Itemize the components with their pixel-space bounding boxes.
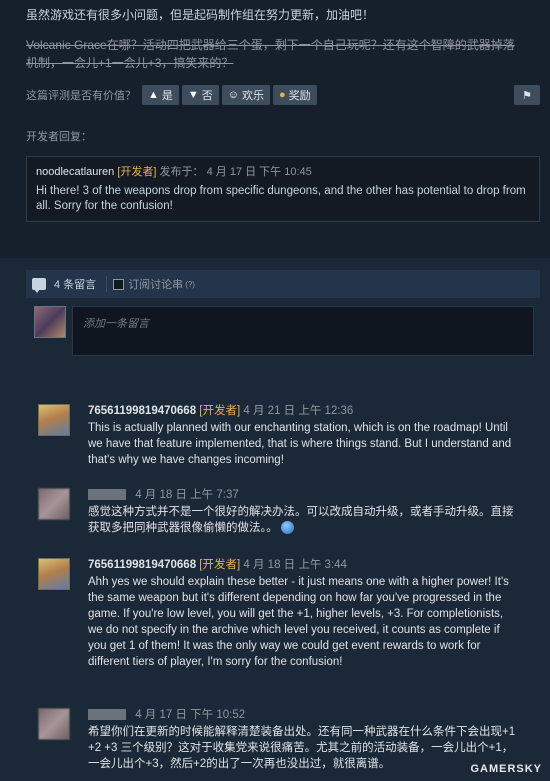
developer-response-box: noodlecatlauren [开发者] 发布于： 4 月 17 日 下午 1… [26,156,540,222]
review-section: 虽然游戏还有很多小问题，但是起码制作组在努力更新，加油吧！ Volcanic G… [0,0,550,116]
comment-author[interactable]: 76561199819470668 [88,559,196,571]
redacted-author-name [88,489,126,501]
comment-text: Ahh yes we should explain these better -… [88,576,509,668]
vote-funny-label: 欢乐 [242,90,265,102]
avatar[interactable] [34,306,66,338]
emoji-icon [280,521,294,535]
thumbs-down-icon: ▼ [187,89,199,101]
avatar[interactable] [38,558,70,590]
developer-name[interactable]: noodlecatlauren [36,166,114,178]
comment-item: 76561199819470668 [开发者] 4 月 18 日 上午 3:44… [38,558,518,688]
vote-funny-button[interactable]: ☺ 欢乐 [221,85,271,105]
comment-item: 76561199819470668 [开发者] 4 月 21 日 上午 12:3… [38,404,518,468]
review-text-line2: Volcanic Grace在哪？活动四把武器给三个蛋，剩下一个自己玩呢？还有这… [26,38,515,70]
developer-response-label: 开发者回复： [26,131,92,143]
avatar[interactable] [38,488,70,520]
award-icon: ● [279,89,286,101]
watermark: GAMERSKY [470,763,542,775]
developer-response-date: 发布于： 4 月 17 日 下午 10:45 [159,166,312,178]
comment-bubble-icon [32,278,46,293]
developer-tag: [开发者] [199,405,241,417]
flag-button[interactable]: ⚑ [514,85,540,105]
avatar[interactable] [38,404,70,436]
review-text-line1: 虽然游戏还有很多小问题，但是起码制作组在努力更新，加油吧！ [26,8,375,22]
helpful-row: 这篇评测是否有价值？ ▲ 是 ▼ 否 ☺ 欢乐 ● 奖励 ⚑ [26,84,540,106]
thumbs-up-icon: ▲ [148,89,159,101]
comment-author[interactable]: 76561199819470668 [88,405,196,417]
developer-response-section: 开发者回复： noodlecatlauren [开发者] 发布于： 4 月 17… [0,116,550,258]
comment-input[interactable]: 添加一条留言 [72,306,534,356]
comment-time: 4 月 18 日 上午 3:44 [243,559,347,571]
smiley-icon: ☺ [227,89,240,101]
comment-text: 希望你们在更新的时候能解释清楚装备出处。还有同一种武器在什么条件下会出现+1 +… [88,726,516,770]
vote-no-button[interactable]: ▼ 否 [181,85,219,105]
comment-item: 4 月 18 日 上午 7:37 感觉这种方式并不是一个很好的解决办法。可以改成… [38,488,518,544]
comment-input-row: 添加一条留言 [34,306,534,358]
helpful-question: 这篇评测是否有价值？ [26,90,136,102]
award-label: 奖励 [288,90,311,102]
comment-item: 4 月 17 日 下午 10:52 希望你们在更新的时候能解释清楚装备出处。还有… [38,708,518,778]
subscribe-help[interactable]: (?) [185,280,195,289]
divider [106,276,108,292]
comment-text: This is actually planned with our enchan… [88,422,512,466]
vote-no-label: 否 [201,90,213,102]
flag-icon: ⚑ [522,89,532,102]
comment-time: 4 月 21 日 上午 12:36 [243,405,354,417]
comment-count: 4 条留言 [54,279,97,291]
subscribe-checkbox[interactable] [113,278,125,290]
vote-yes-button[interactable]: ▲ 是 [142,85,179,105]
comment-time: 4 月 17 日 下午 10:52 [135,709,246,721]
vote-yes-label: 是 [161,90,173,102]
comments-bar: 4 条留言 订阅讨论串 (?) [26,270,540,298]
comment-time: 4 月 18 日 上午 7:37 [135,489,239,501]
developer-tag: [开发者] [199,559,241,571]
developer-tag: [开发者] [117,166,157,178]
subscribe-label[interactable]: 订阅讨论串 [128,276,183,292]
award-button[interactable]: ● 奖励 [273,85,317,105]
developer-response-text: Hi there! 3 of the weapons drop from spe… [36,185,526,212]
redacted-author-name [88,709,126,721]
comment-text: 感觉这种方式并不是一个很好的解决办法。可以改成自动升级，或者手动升级。直接获取多… [88,506,514,534]
avatar[interactable] [38,708,70,740]
